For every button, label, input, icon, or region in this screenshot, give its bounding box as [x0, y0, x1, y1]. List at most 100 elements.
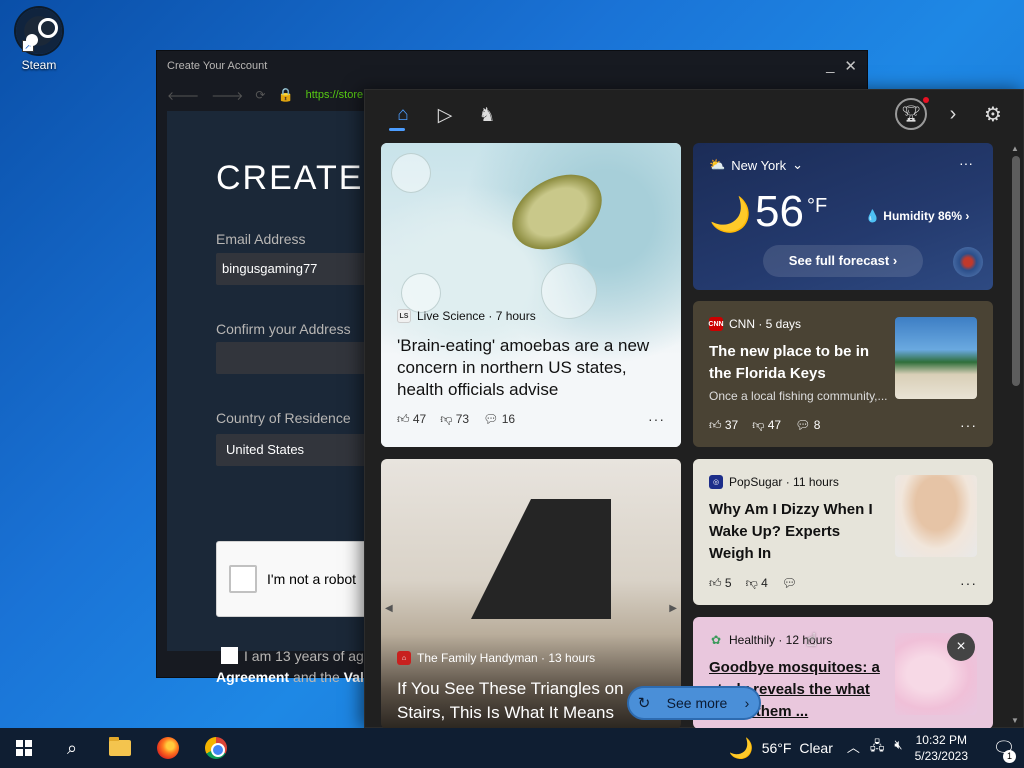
- start-button[interactable]: [0, 728, 48, 768]
- comment-count: 16: [501, 412, 516, 426]
- news-headline[interactable]: 'Brain-eating' amoebas are a new concern…: [397, 335, 665, 401]
- partly-cloudy-icon: ⛅: [709, 157, 726, 172]
- weather-location[interactable]: ⛅ New York ⌄: [709, 157, 803, 173]
- windows-logo-icon: [16, 740, 32, 756]
- search-button[interactable]: ⌕: [48, 728, 96, 768]
- agreement-links: Agreement and the Val: [216, 669, 364, 685]
- cnn-logo-icon: CNN: [708, 317, 724, 331]
- taskbar-weather-button[interactable]: 🌙 56°F Clear: [729, 736, 833, 761]
- video-icon: ▷: [437, 104, 453, 126]
- news-headline[interactable]: If You See These Triangles on Stairs, Th…: [397, 677, 665, 725]
- desktop-icon-steam[interactable]: ↗ Steam: [8, 8, 70, 72]
- refresh-icon[interactable]: ⟳: [255, 88, 265, 102]
- news-card-amoeba[interactable]: LS Live Science · 7 hours 'Brain-eating'…: [381, 143, 681, 447]
- notification-dot: [923, 97, 929, 103]
- humidity[interactable]: 💧 Humidity 86% ›: [865, 209, 969, 223]
- forward-icon[interactable]: 🡒: [211, 88, 243, 103]
- live-science-logo-icon: LS: [397, 309, 411, 323]
- news-source: ⌂ The Family Handyman · 13 hours: [397, 651, 665, 665]
- see-more-button[interactable]: ↻ See more ›: [627, 686, 761, 720]
- firefox-icon: [157, 737, 179, 759]
- see-full-forecast-button[interactable]: See full forecast ›: [763, 245, 923, 277]
- more-options-icon[interactable]: ···: [648, 411, 665, 427]
- age-agreement: I am 13 years of ag: [221, 647, 364, 664]
- more-options-icon[interactable]: ···: [960, 575, 977, 591]
- comment-button[interactable]: 💬︎ 16: [483, 412, 515, 426]
- close-icon[interactable]: ×: [947, 633, 975, 661]
- tab-games[interactable]: ♞: [467, 95, 507, 135]
- temperature-unit: °F: [807, 195, 828, 217]
- family-handyman-logo-icon: ⌂: [397, 651, 411, 665]
- recaptcha-label: I'm not a robot: [267, 571, 357, 587]
- home-icon: ⌂: [397, 104, 409, 125]
- news-snippet: Once a local fishing community,...: [709, 389, 888, 403]
- volume-muted-icon[interactable]: 🔇︎: [894, 737, 902, 759]
- dislike-button[interactable]: 👎︎ 47: [752, 418, 781, 433]
- scrollbar[interactable]: ▲ ▼: [1009, 142, 1023, 727]
- steam-icon: ↗: [16, 8, 62, 54]
- taskbar-file-explorer[interactable]: [96, 728, 144, 768]
- forecast-button-label: See full forecast: [788, 253, 890, 268]
- agreement-link[interactable]: Agreement: [216, 669, 289, 685]
- network-icon[interactable]: 🖧: [870, 737, 885, 759]
- desktop-icon-label: Steam: [21, 58, 57, 72]
- rewards-button[interactable]: 🏆︎: [895, 97, 929, 130]
- scroll-up-icon[interactable]: ▲: [1011, 144, 1019, 153]
- folder-icon: [109, 737, 131, 756]
- agreement-conjunction: and the: [289, 669, 344, 685]
- gear-icon[interactable]: ⚙: [979, 102, 1007, 127]
- dislike-button[interactable]: 👎︎ 73: [440, 412, 469, 427]
- email-label: Email Address: [216, 231, 306, 247]
- scrollbar-thumb[interactable]: [1012, 156, 1020, 386]
- news-card-popsugar[interactable]: ◎ PopSugar · 11 hours Why Am I Dizzy Whe…: [693, 459, 993, 605]
- comment-button[interactable]: 💬︎: [782, 576, 797, 590]
- carousel-next-icon[interactable]: ▶: [669, 603, 677, 614]
- like-button[interactable]: 👍︎ 5: [709, 576, 732, 591]
- like-button[interactable]: 👍︎ 37: [709, 418, 738, 433]
- tab-video[interactable]: ▷: [425, 95, 465, 135]
- age-checkbox[interactable]: [221, 647, 238, 664]
- search-icon: ⌕: [66, 737, 78, 758]
- back-icon[interactable]: 🡐: [167, 88, 199, 103]
- news-source-text: Live Science · 7 hours: [417, 309, 536, 323]
- notification-center-button[interactable]: 🗨︎ 1: [984, 738, 1024, 763]
- tray-icons: ︿ 🖧 🔇︎: [847, 737, 903, 759]
- weather-map-thumbnail[interactable]: [953, 247, 983, 277]
- taskbar-chrome[interactable]: [192, 728, 240, 768]
- news-source-text: CNN · 5 days: [729, 317, 802, 331]
- dislike-button[interactable]: 👎︎ 4: [746, 576, 768, 591]
- chrome-icon: [205, 737, 227, 759]
- recaptcha-checkbox[interactable]: [229, 565, 257, 593]
- age-agreement-text: I am 13 years of ag: [244, 648, 364, 664]
- minimize-icon[interactable]: _: [826, 57, 834, 75]
- taskbar-firefox[interactable]: [144, 728, 192, 768]
- more-options-icon[interactable]: ···: [960, 417, 977, 433]
- confirm-email-field[interactable]: [216, 342, 376, 374]
- news-card-cnn[interactable]: CNN CNN · 5 days The new place to be in …: [693, 301, 993, 447]
- clock[interactable]: 10:32 PM 5/23/2023: [915, 732, 968, 764]
- weather-card[interactable]: ⛅ New York ⌄ ··· 🌙 56 °F 💧 Humidity 86% …: [693, 143, 993, 290]
- comment-button[interactable]: 💬︎ 8: [795, 418, 820, 432]
- country-select[interactable]: United States: [216, 434, 376, 466]
- like-count: 5: [724, 575, 732, 590]
- scroll-down-icon[interactable]: ▼: [1011, 716, 1019, 725]
- chevron-right-icon: ›: [965, 209, 970, 223]
- chevron-right-icon[interactable]: ›: [939, 103, 967, 126]
- refresh-icon[interactable]: ↻: [629, 694, 659, 712]
- news-headline[interactable]: Why Am I Dizzy When I Wake Up? Experts W…: [709, 499, 889, 565]
- valve-link[interactable]: Val: [344, 669, 364, 685]
- water-drop-icon: 💧: [865, 209, 880, 223]
- email-field[interactable]: bingusgaming77: [216, 253, 376, 285]
- tab-home[interactable]: ⌂: [383, 95, 423, 135]
- news-headline[interactable]: The new place to be in the Florida Keys: [709, 341, 889, 385]
- taskbar-temperature: 56°F: [761, 740, 792, 756]
- chevron-up-icon[interactable]: ︿: [847, 737, 860, 759]
- recaptcha-widget: I'm not a robot: [216, 541, 376, 617]
- window-title: Create Your Account: [167, 60, 268, 72]
- reactions-bar: 👍︎ 47 👎︎ 73 💬︎ 16 ···: [397, 411, 665, 427]
- close-icon[interactable]: ✕: [844, 57, 857, 75]
- like-button[interactable]: 👍︎ 47: [397, 412, 426, 427]
- carousel-prev-icon[interactable]: ◀: [385, 603, 393, 614]
- chevron-right-icon: ›: [744, 695, 750, 711]
- more-options-icon[interactable]: ···: [959, 155, 973, 171]
